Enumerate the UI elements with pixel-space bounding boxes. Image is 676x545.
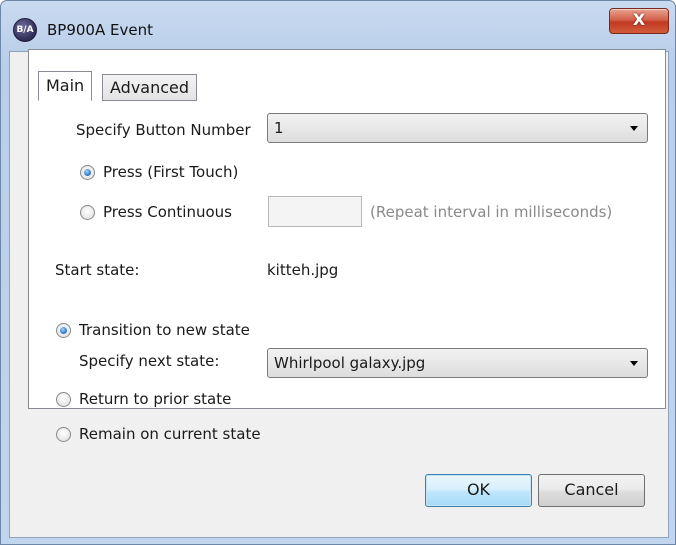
window-title: BP900A Event <box>47 21 153 39</box>
remain-current-radio[interactable] <box>56 427 71 442</box>
cancel-button[interactable]: Cancel <box>538 474 645 507</box>
button-number-label: Specify Button Number <box>76 121 251 139</box>
next-state-value: Whirlpool galaxy.jpg <box>274 354 426 372</box>
tab-main[interactable]: Main <box>38 71 93 101</box>
app-logo-icon: B/A <box>13 18 37 42</box>
next-state-label: Specify next state: <box>79 352 220 370</box>
button-number-select[interactable]: 1 <box>267 113 648 143</box>
press-first-touch-radio[interactable] <box>80 165 95 180</box>
start-state-value: kitteh.jpg <box>267 261 339 279</box>
transition-label[interactable]: Transition to new state <box>79 321 250 339</box>
button-number-value: 1 <box>274 119 284 137</box>
press-continuous-label[interactable]: Press Continuous <box>103 203 232 221</box>
next-state-select[interactable]: Whirlpool galaxy.jpg <box>267 348 648 378</box>
repeat-interval-hint: (Repeat interval in milliseconds) <box>370 203 613 221</box>
return-prior-label[interactable]: Return to prior state <box>79 390 231 408</box>
title-bar[interactable]: B/A BP900A Event X <box>1 1 675 51</box>
chevron-down-icon <box>630 126 638 131</box>
transition-radio[interactable] <box>56 323 71 338</box>
remain-current-label[interactable]: Remain on current state <box>79 425 261 443</box>
repeat-interval-input[interactable] <box>268 196 362 227</box>
close-button[interactable]: X <box>609 8 669 34</box>
close-icon: X <box>632 10 646 29</box>
press-first-touch-label[interactable]: Press (First Touch) <box>103 163 238 181</box>
tab-advanced[interactable]: Advanced <box>102 74 198 101</box>
chevron-down-icon <box>630 361 638 366</box>
press-continuous-radio[interactable] <box>80 205 95 220</box>
start-state-label: Start state: <box>55 261 140 279</box>
ok-button[interactable]: OK <box>425 474 532 507</box>
return-prior-radio[interactable] <box>56 392 71 407</box>
